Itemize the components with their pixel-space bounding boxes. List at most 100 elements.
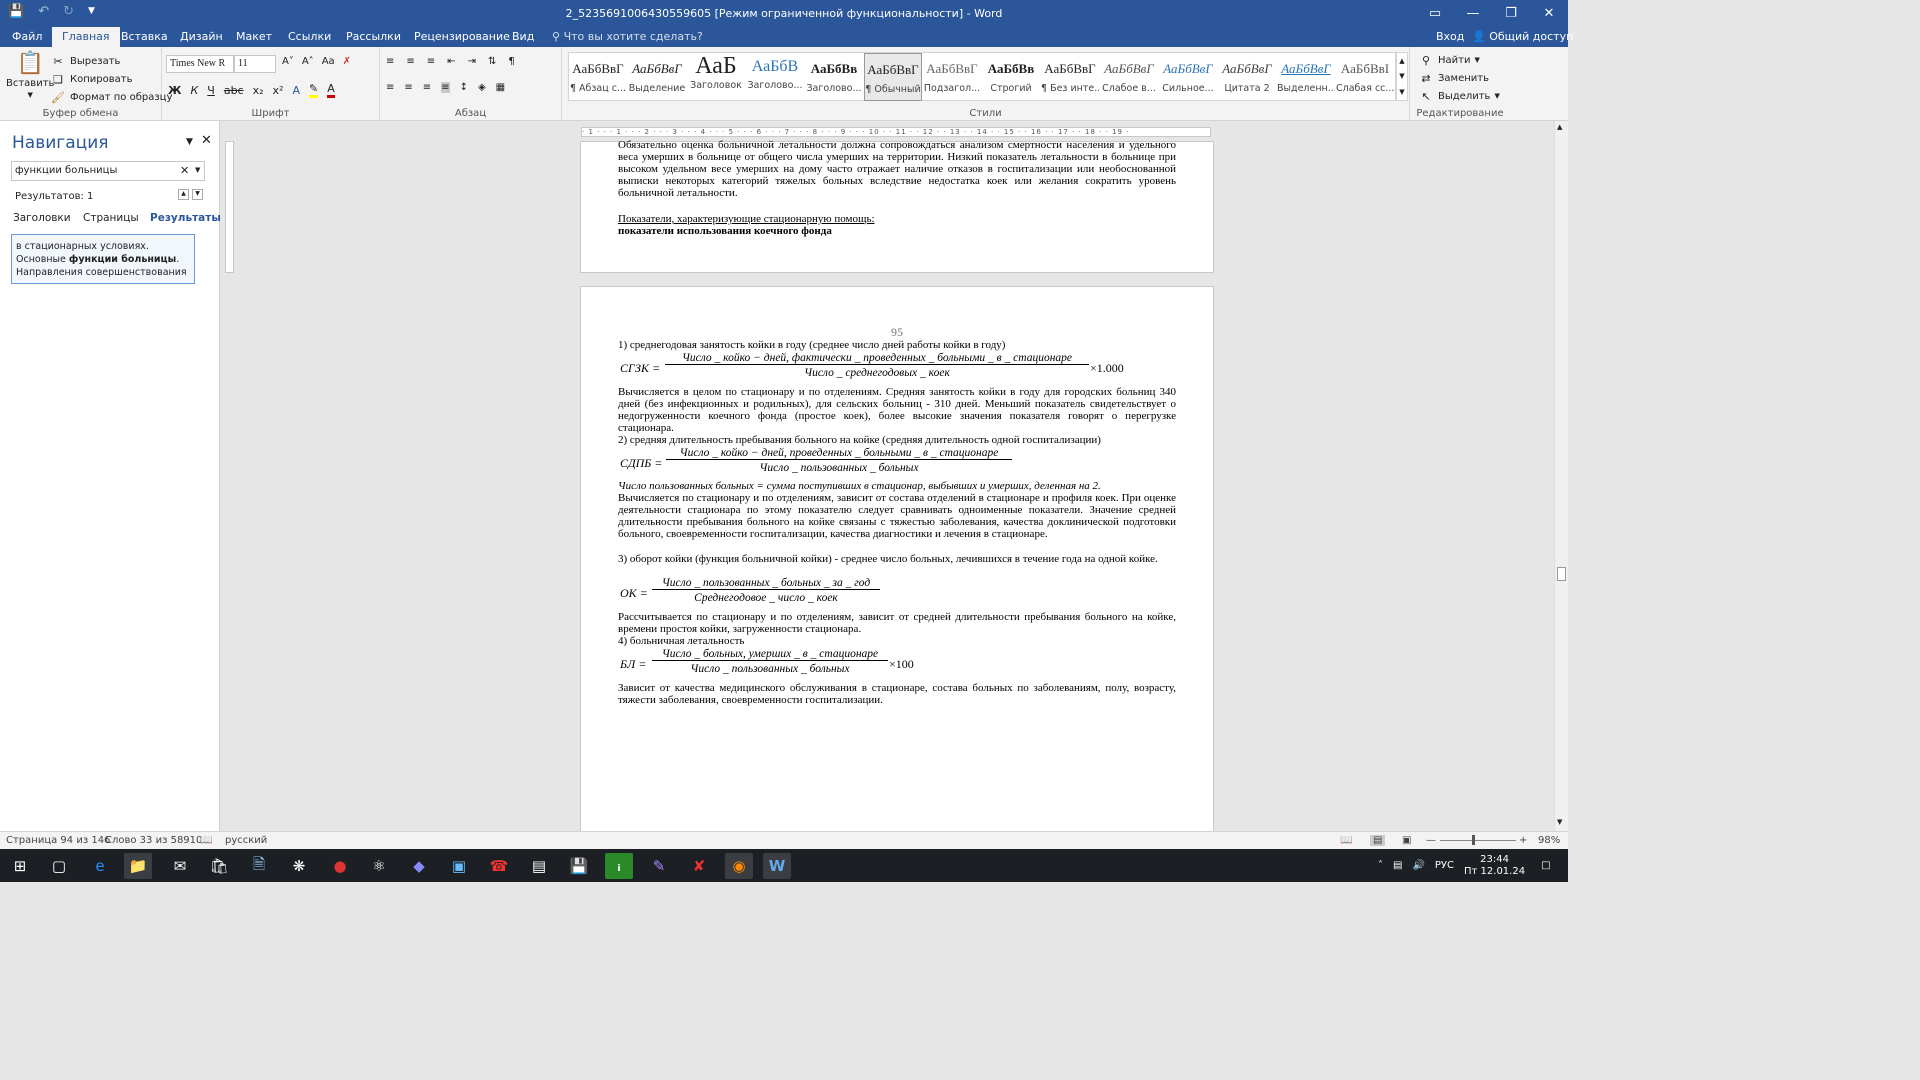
minimize-button[interactable]: — bbox=[1454, 0, 1492, 27]
bold-button[interactable]: Ж bbox=[168, 84, 181, 97]
windows-start-icon[interactable]: ⊞ bbox=[6, 853, 34, 879]
media-icon[interactable]: ● bbox=[326, 853, 354, 879]
app-icon[interactable]: ✎ bbox=[645, 853, 673, 879]
styles-scroll[interactable]: ▲ ▼ ▼ bbox=[1396, 52, 1408, 101]
search-result-item[interactable]: в стационарных условиях. Основные функци… bbox=[11, 234, 195, 284]
paste-button[interactable]: 📋 Вставить ▼ bbox=[6, 51, 54, 99]
tab-headings[interactable]: Заголовки bbox=[13, 212, 71, 224]
align-right-icon[interactable]: ≡ bbox=[423, 82, 431, 93]
subscript-button[interactable]: x₂ bbox=[253, 84, 264, 97]
style-item[interactable]: АаБбВвГ Выделенн... bbox=[1277, 53, 1335, 101]
save-app-icon[interactable]: 💾 bbox=[565, 853, 593, 879]
close-icon[interactable]: ✕ bbox=[201, 133, 212, 148]
style-item[interactable]: АаБбВвГ Слабое в... bbox=[1100, 53, 1158, 101]
underline-button[interactable]: Ч bbox=[207, 84, 215, 97]
line-spacing-icon[interactable]: ↕ bbox=[460, 82, 468, 93]
mail-icon[interactable]: ✉ bbox=[166, 853, 194, 879]
decrease-indent-icon[interactable]: ⇤ bbox=[447, 56, 455, 67]
tell-me-box[interactable]: ⚲ Что вы хотите сделать? bbox=[552, 30, 703, 43]
tab-mailings[interactable]: Рассылки bbox=[346, 30, 401, 43]
vertical-ruler[interactable] bbox=[225, 141, 234, 273]
maximize-button[interactable]: ❐ bbox=[1492, 0, 1530, 27]
zoom-slider-thumb[interactable] bbox=[1472, 835, 1475, 845]
style-item[interactable]: АаБбВвГ ¶ Без инте... bbox=[1041, 53, 1099, 101]
proofing-icon[interactable]: 📖 bbox=[200, 835, 212, 846]
page-indicator[interactable]: Страница 94 из 146 bbox=[6, 835, 110, 846]
style-item-selected[interactable]: АаБбВвГ ¶ Обычный bbox=[864, 53, 922, 101]
tab-home[interactable]: Главная bbox=[52, 27, 120, 47]
store-icon[interactable]: 🛍 bbox=[205, 853, 233, 879]
more-icon[interactable]: ▼ bbox=[1399, 88, 1404, 96]
scroll-thumb[interactable] bbox=[1557, 567, 1566, 581]
tab-results[interactable]: Результаты bbox=[150, 212, 221, 224]
bullets-icon[interactable]: ≡ bbox=[386, 56, 394, 67]
clock[interactable]: 23:44 Пт 12.01.24 bbox=[1464, 854, 1525, 878]
chevron-down-icon[interactable]: ▼ bbox=[195, 166, 200, 174]
word-icon[interactable]: W bbox=[763, 853, 791, 879]
app-icon[interactable]: ⚛ bbox=[365, 853, 393, 879]
nav-search-box[interactable]: функции больницы ✕ ▼ bbox=[11, 161, 205, 181]
scroll-down-icon[interactable]: ▼ bbox=[1557, 818, 1562, 826]
app-icon[interactable]: ▤ bbox=[525, 853, 553, 879]
show-marks-button[interactable]: ¶ bbox=[508, 56, 514, 67]
next-result-icon[interactable]: ▼ bbox=[192, 189, 203, 200]
edge-icon[interactable]: e bbox=[86, 853, 114, 879]
app-icon[interactable]: ❋ bbox=[285, 853, 313, 879]
scroll-up-icon[interactable]: ▲ bbox=[1557, 123, 1562, 131]
app-icon[interactable]: ☎ bbox=[485, 853, 513, 879]
superscript-button[interactable]: x² bbox=[273, 84, 284, 97]
font-size-combo[interactable]: 11 bbox=[234, 55, 276, 73]
clear-search-icon[interactable]: ✕ bbox=[180, 164, 189, 177]
align-center-icon[interactable]: ≡ bbox=[404, 82, 412, 93]
highlight-icon[interactable]: ✎ bbox=[308, 82, 319, 98]
zoom-slider[interactable] bbox=[1440, 840, 1516, 841]
style-item[interactable]: АаБбВвГ Выделение bbox=[628, 53, 686, 101]
increase-indent-icon[interactable]: ⇥ bbox=[468, 56, 476, 67]
style-item[interactable]: АаБбВвГ Подзагол... bbox=[923, 53, 981, 101]
task-view-icon[interactable]: ▢ bbox=[45, 853, 73, 879]
strikethrough-button[interactable]: abc bbox=[224, 84, 244, 97]
cut-button[interactable]: ✂ Вырезать bbox=[50, 53, 120, 69]
numbering-icon[interactable]: ≡ bbox=[406, 56, 414, 67]
print-layout-icon[interactable]: ▤ bbox=[1370, 835, 1386, 846]
change-case-button[interactable]: Аа bbox=[322, 56, 335, 67]
italic-button[interactable]: К bbox=[190, 84, 198, 97]
page-94[interactable]: Обязательно оценка больничной летальност… bbox=[580, 139, 1214, 273]
horizontal-ruler[interactable]: · 1 · · · 1 · · · 2 · · · 3 · · · 4 · · … bbox=[581, 127, 1211, 137]
web-layout-icon[interactable]: ▣ bbox=[1402, 835, 1411, 846]
app-icon[interactable]: ᵢ bbox=[605, 853, 633, 879]
notepad-icon[interactable]: 🗎 bbox=[245, 853, 273, 879]
file-explorer-icon[interactable]: 📁 bbox=[124, 853, 152, 879]
sign-in-link[interactable]: Вход bbox=[1436, 30, 1464, 43]
tab-review[interactable]: Рецензирование bbox=[414, 30, 510, 43]
language-indicator[interactable]: русский bbox=[225, 835, 267, 846]
style-item[interactable]: АаБ Заголовок bbox=[687, 53, 745, 101]
read-mode-icon[interactable]: 📖 bbox=[1340, 835, 1352, 846]
page-95[interactable]: 95 1) среднегодовая занятость койки в го… bbox=[580, 286, 1214, 831]
format-painter-button[interactable]: 🖌 Формат по образцу bbox=[50, 89, 172, 105]
tray-chevron-icon[interactable]: ˄ bbox=[1378, 860, 1383, 871]
tab-insert[interactable]: Вставка bbox=[121, 30, 168, 43]
style-item[interactable]: АаБбВ Заголово... bbox=[746, 53, 804, 101]
justify-icon[interactable]: ≡ bbox=[441, 82, 450, 93]
find-button[interactable]: ⚲ Найти ▼ bbox=[1418, 52, 1480, 68]
text-effects-icon[interactable]: A bbox=[292, 84, 300, 97]
vertical-scrollbar[interactable]: ▲ ▼ bbox=[1554, 121, 1568, 831]
chevron-up-icon[interactable]: ▲ bbox=[1399, 57, 1404, 65]
word-count[interactable]: Слово 33 из 58910 bbox=[105, 835, 202, 846]
style-item[interactable]: АаБбВвГ Цитата 2 bbox=[1218, 53, 1276, 101]
zoom-out-icon[interactable]: — bbox=[1426, 835, 1436, 846]
app-icon[interactable]: ▣ bbox=[445, 853, 473, 879]
app-icon[interactable]: ◆ bbox=[405, 853, 433, 879]
ribbon-display-icon[interactable]: ▭ bbox=[1416, 0, 1454, 27]
shrink-font-icon[interactable]: A˄ bbox=[302, 56, 314, 67]
zoom-in-icon[interactable]: + bbox=[1519, 835, 1527, 846]
tab-layout[interactable]: Макет bbox=[236, 30, 272, 43]
style-item[interactable]: АаБбВвГ ¶ Абзац с... bbox=[569, 53, 627, 101]
notifications-icon[interactable]: □ bbox=[1541, 860, 1550, 871]
grow-font-icon[interactable]: A˅ bbox=[282, 56, 294, 67]
style-item[interactable]: АаБбВвI Слабая сс... bbox=[1336, 53, 1394, 101]
chevron-down-icon[interactable]: ▼ bbox=[1399, 72, 1404, 80]
shading-icon[interactable]: ◈ bbox=[478, 82, 486, 93]
select-button[interactable]: ↖ Выделить ▼ bbox=[1418, 88, 1499, 104]
